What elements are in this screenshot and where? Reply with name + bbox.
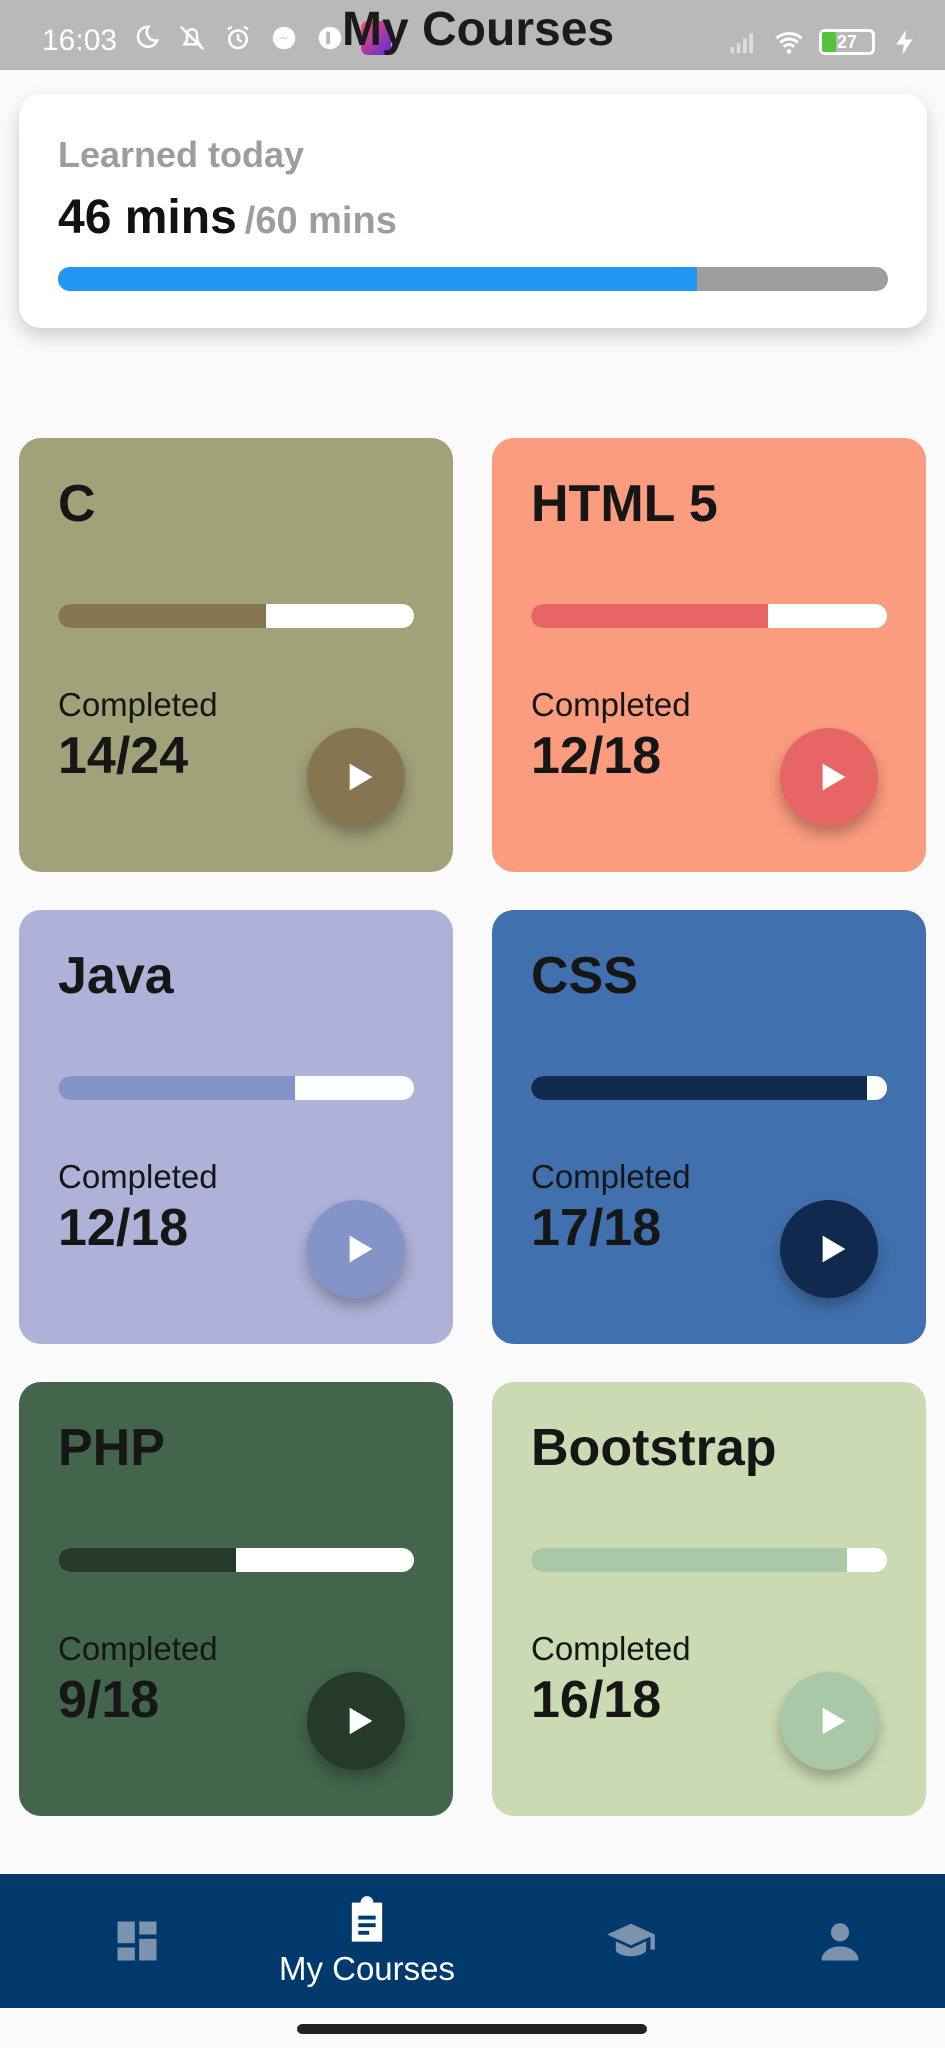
status-time: 16:03 [42,24,118,57]
system-icons: 27 [727,26,921,58]
nav-courses[interactable] [556,1874,706,2008]
battery-text: 27 [836,31,858,52]
course-progress-bar [531,1548,887,1572]
learned-today-progress-fill [58,267,698,291]
graduation-cap-icon [607,1923,655,1957]
nav-my-courses[interactable]: My Courses [262,1874,472,2008]
course-progress-bar [531,604,887,628]
course-title: Java [58,947,174,1005]
course-card[interactable]: CSS Completed 17/18 [492,910,926,1344]
course-title: Bootstrap [531,1419,777,1477]
messenger-icon [268,22,300,54]
play-icon [349,1235,373,1263]
course-progress-bar [58,604,414,628]
play-icon [349,1707,373,1735]
completed-count: 12/18 [531,727,662,785]
course-progress-fill [531,1548,848,1572]
completed-count: 9/18 [58,1671,160,1729]
play-icon [822,763,846,791]
learned-today-value: 46 mins/60 mins [58,190,397,245]
play-button[interactable] [780,728,878,826]
clipboard-icon [351,1896,383,1942]
course-progress-fill [531,604,769,628]
signal-icon [727,26,759,58]
course-progress-fill [58,1076,296,1100]
nav-dashboard[interactable] [62,1874,212,2008]
moon-icon [130,22,162,54]
completed-count: 14/24 [58,727,189,785]
course-progress-bar [531,1076,887,1100]
alarm-icon [222,22,254,54]
battery-icon: 27 [819,29,875,55]
home-indicator[interactable] [297,2024,647,2034]
nav-profile[interactable] [765,1874,915,2008]
play-icon [822,1235,846,1263]
play-button[interactable] [780,1672,878,1770]
dashboard-icon [117,1921,157,1961]
completed-count: 12/18 [58,1199,189,1257]
status-bar: 16:03 My Courses 27 [0,0,945,70]
learned-today-label: Learned today [58,134,305,175]
course-title: PHP [58,1419,165,1477]
course-progress-bar [58,1076,414,1100]
course-progress-bar [58,1548,414,1572]
bottom-nav: My Courses [0,1874,945,2008]
wifi-icon [773,26,805,58]
completed-label: Completed [58,1158,218,1195]
completed-label: Completed [531,686,691,723]
learned-today-card: Learned today 46 mins/60 mins [19,94,927,328]
completed-label: Completed [531,1630,691,1667]
completed-count: 16/18 [531,1671,662,1729]
daily-goal: /60 mins [244,200,397,242]
play-button[interactable] [307,1672,405,1770]
completed-count: 17/18 [531,1199,662,1257]
course-card[interactable]: Bootstrap Completed 16/18 [492,1382,926,1816]
nav-my-courses-label: My Courses [278,1950,456,1987]
page-title: My Courses [342,3,615,56]
play-icon [349,763,373,791]
mute-icon [176,22,208,54]
course-progress-fill [58,1548,236,1572]
course-title: HTML 5 [531,475,718,533]
completed-label: Completed [58,1630,218,1667]
play-icon [822,1707,846,1735]
course-card[interactable]: HTML 5 Completed 12/18 [492,438,926,872]
person-icon [821,1923,859,1961]
learned-minutes: 46 mins [58,191,237,244]
charging-icon [889,26,921,58]
play-button[interactable] [780,1200,878,1298]
completed-label: Completed [58,686,218,723]
learned-today-progress-bar [58,267,888,291]
play-button[interactable] [307,1200,405,1298]
course-card[interactable]: C Completed 14/24 [19,438,453,872]
course-card[interactable]: Java Completed 12/18 [19,910,453,1344]
completed-label: Completed [531,1158,691,1195]
course-progress-fill [58,604,266,628]
course-card[interactable]: PHP Completed 9/18 [19,1382,453,1816]
course-progress-fill [531,1076,868,1100]
course-title: C [58,475,96,533]
course-title: CSS [531,947,638,1005]
play-button[interactable] [307,728,405,826]
